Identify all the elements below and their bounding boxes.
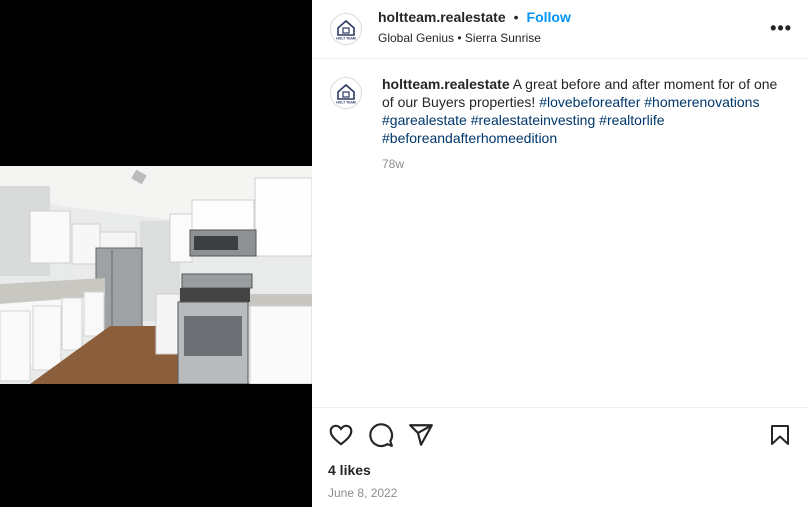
hashtag[interactable]: #garealestate xyxy=(382,112,467,128)
post-header: HOLT TEAM holtteam.realestate • Follow G… xyxy=(312,0,808,59)
hashtag[interactable]: #homerenovations xyxy=(644,94,759,110)
post-age[interactable]: 78w xyxy=(382,155,790,173)
audio-attribution[interactable]: Global Genius • Sierra Sunrise xyxy=(378,31,571,45)
follow-button[interactable]: Follow xyxy=(527,9,571,25)
action-bar: 4 likes June 8, 2022 xyxy=(312,407,808,508)
bookmark-icon[interactable] xyxy=(768,422,792,448)
header-text: holtteam.realestate • Follow Global Geni… xyxy=(378,9,571,45)
hashtag[interactable]: #realtorlife xyxy=(599,112,664,128)
caption-avatar[interactable]: HOLT TEAM xyxy=(330,77,362,109)
hashtag[interactable]: #lovebeforeafter xyxy=(539,94,640,110)
svg-text:HOLT TEAM: HOLT TEAM xyxy=(336,101,356,105)
username-link[interactable]: holtteam.realestate xyxy=(378,9,506,25)
caption: HOLT TEAM holtteam.realestate A great be… xyxy=(312,59,808,173)
heart-icon[interactable] xyxy=(328,422,354,448)
more-icon[interactable]: ••• xyxy=(770,18,792,39)
svg-text:HOLT TEAM: HOLT TEAM xyxy=(336,37,356,41)
hashtag[interactable]: #realestateinvesting xyxy=(471,112,596,128)
post-date[interactable]: June 8, 2022 xyxy=(312,478,808,500)
holt-team-logo: HOLT TEAM xyxy=(336,83,356,105)
holt-team-logo: HOLT TEAM xyxy=(336,19,356,41)
likes-count[interactable]: 4 likes xyxy=(312,448,808,478)
comment-icon[interactable] xyxy=(368,422,394,448)
separator-dot: • xyxy=(513,9,519,25)
post-media[interactable] xyxy=(0,0,312,507)
post-panel: HOLT TEAM holtteam.realestate • Follow G… xyxy=(312,0,808,507)
kitchen-photo[interactable] xyxy=(0,166,312,384)
caption-username[interactable]: holtteam.realestate xyxy=(382,76,510,92)
share-icon[interactable] xyxy=(408,422,434,448)
hashtag[interactable]: #beforeandafterhomeedition xyxy=(382,130,557,146)
avatar[interactable]: HOLT TEAM xyxy=(330,13,362,45)
